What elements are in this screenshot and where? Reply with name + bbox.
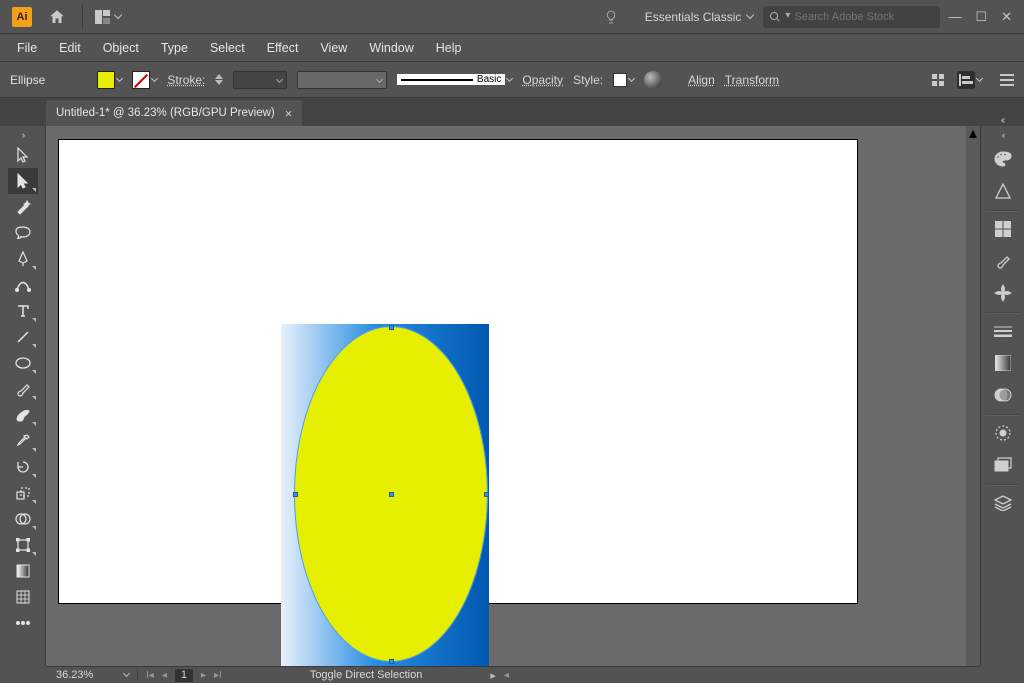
brushes-panel-icon[interactable] — [992, 250, 1014, 272]
brush-definition-dropdown[interactable]: Basic — [397, 74, 512, 85]
control-panel-menu-icon[interactable] — [1000, 74, 1014, 86]
collapse-right-panels-icon[interactable]: ‹‹ — [1001, 115, 1004, 126]
mesh-tool[interactable] — [8, 584, 38, 610]
document-tab-label: Untitled-1* @ 36.23% (RGB/GPU Preview) — [56, 107, 275, 119]
artboard-number[interactable]: 1 — [175, 669, 193, 682]
direct-selection-tool[interactable] — [8, 168, 38, 194]
align-to-selection-dropdown[interactable] — [957, 71, 982, 89]
menu-select[interactable]: Select — [201, 37, 254, 59]
home-icon[interactable] — [48, 8, 66, 26]
status-hint: Toggle Direct Selection — [310, 669, 423, 681]
symbols-panel-icon[interactable] — [992, 282, 1014, 304]
workspace-label: Essentials Classic — [645, 10, 742, 24]
last-artboard-icon[interactable]: ▸I — [214, 670, 222, 681]
menu-view[interactable]: View — [311, 37, 356, 59]
toolbar-expand-icon[interactable]: ›› — [22, 128, 24, 142]
menu-type[interactable]: Type — [152, 37, 197, 59]
menu-file[interactable]: File — [8, 37, 46, 59]
transparency-panel-icon[interactable] — [992, 384, 1014, 406]
transform-panel-link[interactable]: Transform — [725, 73, 779, 87]
isolate-mode-icon[interactable] — [929, 71, 947, 89]
more-tools[interactable] — [8, 610, 38, 636]
swatches-panel-icon[interactable] — [992, 218, 1014, 240]
menu-window[interactable]: Window — [360, 37, 422, 59]
recolor-artwork-icon[interactable] — [644, 71, 662, 89]
color-panel-icon[interactable] — [992, 148, 1014, 170]
graphic-styles-panel-icon[interactable] — [992, 454, 1014, 476]
selection-handle[interactable] — [389, 659, 394, 664]
selection-handle[interactable] — [389, 325, 394, 330]
selection-handle[interactable] — [484, 492, 489, 497]
menubar: File Edit Object Type Select Effect View… — [0, 34, 1024, 62]
magic-wand-tool[interactable] — [8, 194, 38, 220]
selection-center[interactable] — [389, 492, 394, 497]
stroke-panel-icon[interactable] — [992, 320, 1014, 342]
style-label: Style: — [573, 73, 603, 87]
free-transform-tool[interactable] — [8, 532, 38, 558]
scroll-up-icon[interactable]: ▴ — [966, 126, 980, 140]
opacity-label[interactable]: Opacity — [522, 73, 563, 87]
selection-handle[interactable] — [293, 492, 298, 497]
tab-close-icon[interactable]: × — [285, 106, 293, 121]
selection-type-label: Ellipse — [10, 73, 45, 87]
workspace-switcher[interactable]: Essentials Classic — [635, 10, 764, 24]
graphic-style-label: Basic — [477, 74, 501, 85]
tools-panel: ›› — [0, 126, 46, 666]
maximize-button[interactable]: ☐ — [975, 9, 987, 25]
scale-tool[interactable] — [8, 480, 38, 506]
minimize-button[interactable]: — — [948, 9, 961, 25]
first-artboard-icon[interactable]: I◂ — [146, 670, 154, 681]
dropdown-caret-icon: ▾ — [785, 10, 790, 21]
prev-artboard-icon[interactable]: ◂ — [162, 670, 167, 681]
rotate-tool[interactable] — [8, 454, 38, 480]
hscroll-left-icon[interactable]: ◂ — [504, 670, 509, 681]
canvas-area[interactable]: ▴ — [46, 126, 980, 666]
stroke-label[interactable]: Stroke: — [167, 73, 205, 87]
pen-tool[interactable] — [8, 246, 38, 272]
zoom-dropdown-icon[interactable] — [123, 670, 130, 677]
line-segment-tool[interactable] — [8, 324, 38, 350]
blob-brush-tool[interactable] — [8, 402, 38, 428]
type-tool[interactable] — [8, 298, 38, 324]
gradient-panel-icon[interactable] — [992, 352, 1014, 374]
menu-effect[interactable]: Effect — [258, 37, 308, 59]
right-panel-dock: ‹‹ — [980, 126, 1024, 666]
menu-help[interactable]: Help — [427, 37, 471, 59]
gradient-tool[interactable] — [8, 558, 38, 584]
menu-edit[interactable]: Edit — [50, 37, 90, 59]
chevron-down-icon — [746, 11, 754, 19]
tips-icon[interactable] — [601, 7, 621, 27]
status-bar: 36.23% I◂ ◂ 1 ▸ ▸I Toggle Direct Selecti… — [46, 666, 980, 683]
fill-color-swatch[interactable] — [97, 71, 122, 89]
curvature-tool[interactable] — [8, 272, 38, 298]
selection-tool[interactable] — [8, 142, 38, 168]
paintbrush-tool[interactable] — [8, 376, 38, 402]
separator — [82, 4, 83, 30]
graphic-style-dropdown[interactable] — [613, 73, 634, 87]
next-artboard-icon[interactable]: ▸ — [201, 670, 206, 681]
zoom-level[interactable]: 36.23% — [56, 669, 116, 681]
eyedropper-tool[interactable] — [8, 428, 38, 454]
arrange-documents-button[interactable] — [89, 7, 127, 27]
stroke-color-swatch[interactable] — [132, 71, 157, 89]
document-tab[interactable]: Untitled-1* @ 36.23% (RGB/GPU Preview) × — [46, 100, 302, 126]
lasso-tool[interactable] — [8, 220, 38, 246]
search-input[interactable] — [794, 11, 934, 23]
appearance-panel-icon[interactable] — [992, 422, 1014, 444]
layers-panel-icon[interactable] — [992, 492, 1014, 514]
search-stock-field[interactable]: ▾ — [763, 6, 940, 28]
align-panel-link[interactable]: Align — [688, 73, 715, 87]
stroke-weight-stepper[interactable] — [215, 74, 223, 85]
dock-expand-icon[interactable]: ‹‹ — [1002, 128, 1004, 142]
app-logo: Ai — [12, 7, 32, 27]
variable-width-profile-dropdown[interactable] — [297, 71, 387, 89]
close-button[interactable]: ✕ — [1001, 9, 1012, 25]
ellipse-shape-tool[interactable] — [8, 350, 38, 376]
shape-builder-tool[interactable] — [8, 506, 38, 532]
status-menu-icon[interactable]: ▸ — [490, 669, 496, 682]
stroke-weight-dropdown[interactable] — [233, 71, 287, 89]
menu-object[interactable]: Object — [94, 37, 148, 59]
vertical-scrollbar[interactable]: ▴ — [966, 126, 980, 666]
color-guide-panel-icon[interactable] — [992, 180, 1014, 202]
